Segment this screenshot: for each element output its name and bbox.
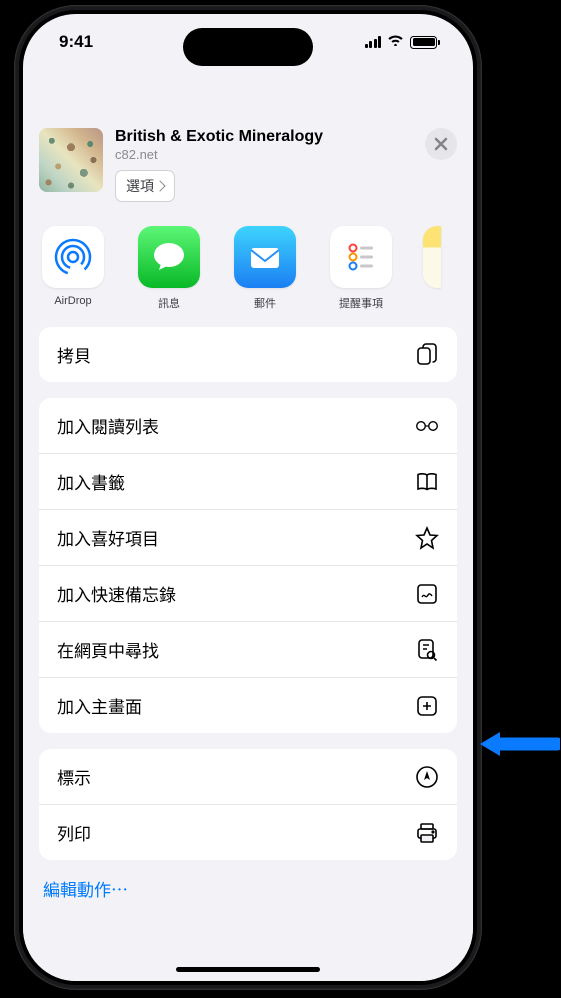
cellular-signal-icon [365, 36, 382, 48]
airdrop-icon [42, 226, 104, 288]
action-label: 標示 [57, 764, 91, 789]
markup-icon [415, 765, 439, 789]
chevron-right-icon [154, 180, 165, 191]
close-button[interactable] [425, 128, 457, 160]
add-bookmark-action[interactable]: 加入書籤 [39, 454, 457, 510]
airdrop-app[interactable]: AirDrop [39, 226, 107, 311]
notes-app-partial[interactable] [423, 226, 441, 311]
edit-actions-link[interactable]: 編輯動作⋯ [23, 876, 473, 921]
action-group-1: 拷貝 [39, 327, 457, 382]
action-label: 列印 [57, 820, 91, 845]
copy-icon [415, 343, 439, 367]
app-label: 提醒事項 [339, 295, 383, 311]
home-indicator[interactable] [176, 967, 320, 972]
dynamic-island [183, 28, 313, 66]
find-icon [415, 638, 439, 662]
book-icon [415, 470, 439, 494]
plus-app-icon [415, 694, 439, 718]
copy-action[interactable]: 拷貝 [39, 327, 457, 382]
glasses-icon [415, 414, 439, 438]
star-icon [415, 526, 439, 550]
notes-icon [423, 226, 441, 288]
app-label: 訊息 [158, 295, 180, 311]
action-label: 加入書籤 [57, 469, 125, 494]
battery-icon [410, 36, 437, 49]
print-icon [415, 821, 439, 845]
messages-icon [138, 226, 200, 288]
app-label: AirDrop [54, 295, 91, 307]
options-label: 選項 [126, 176, 154, 196]
wifi-icon [387, 33, 404, 51]
page-title: British & Exotic Mineralogy [115, 128, 413, 146]
page-preview-thumbnail [39, 128, 103, 192]
action-group-2: 加入閱讀列表 加入書籤 加入喜好項目 [39, 398, 457, 733]
mail-app[interactable]: 郵件 [231, 226, 299, 311]
sheet-header: British & Exotic Mineralogy c82.net 選項 [23, 110, 473, 216]
share-apps-row: AirDrop 訊息 郵件 [23, 216, 473, 327]
print-action[interactable]: 列印 [39, 805, 457, 860]
add-reading-list-action[interactable]: 加入閱讀列表 [39, 398, 457, 454]
action-label: 加入喜好項目 [57, 525, 159, 550]
reminders-app[interactable]: 提醒事項 [327, 226, 395, 311]
action-label: 在網頁中尋找 [57, 637, 159, 662]
add-favorite-action[interactable]: 加入喜好項目 [39, 510, 457, 566]
page-url: c82.net [115, 147, 413, 162]
add-to-home-screen-action[interactable]: 加入主畫面 [39, 678, 457, 733]
app-label: 郵件 [254, 295, 276, 311]
action-label: 加入閱讀列表 [57, 413, 159, 438]
action-label: 加入主畫面 [57, 693, 142, 718]
action-label: 加入快速備忘錄 [57, 581, 176, 606]
close-icon [434, 137, 448, 151]
markup-action[interactable]: 標示 [39, 749, 457, 805]
action-label: 拷貝 [57, 342, 91, 367]
share-sheet: British & Exotic Mineralogy c82.net 選項 [23, 110, 473, 981]
action-group-3: 標示 列印 [39, 749, 457, 860]
find-on-page-action[interactable]: 在網頁中尋找 [39, 622, 457, 678]
annotation-arrow-icon [475, 724, 560, 764]
mail-icon [234, 226, 296, 288]
options-button[interactable]: 選項 [115, 170, 175, 202]
add-quick-note-action[interactable]: 加入快速備忘錄 [39, 566, 457, 622]
status-time: 9:41 [59, 32, 93, 52]
reminders-icon [330, 226, 392, 288]
phone-frame: 9:41 [14, 5, 482, 990]
note-icon [415, 582, 439, 606]
messages-app[interactable]: 訊息 [135, 226, 203, 311]
